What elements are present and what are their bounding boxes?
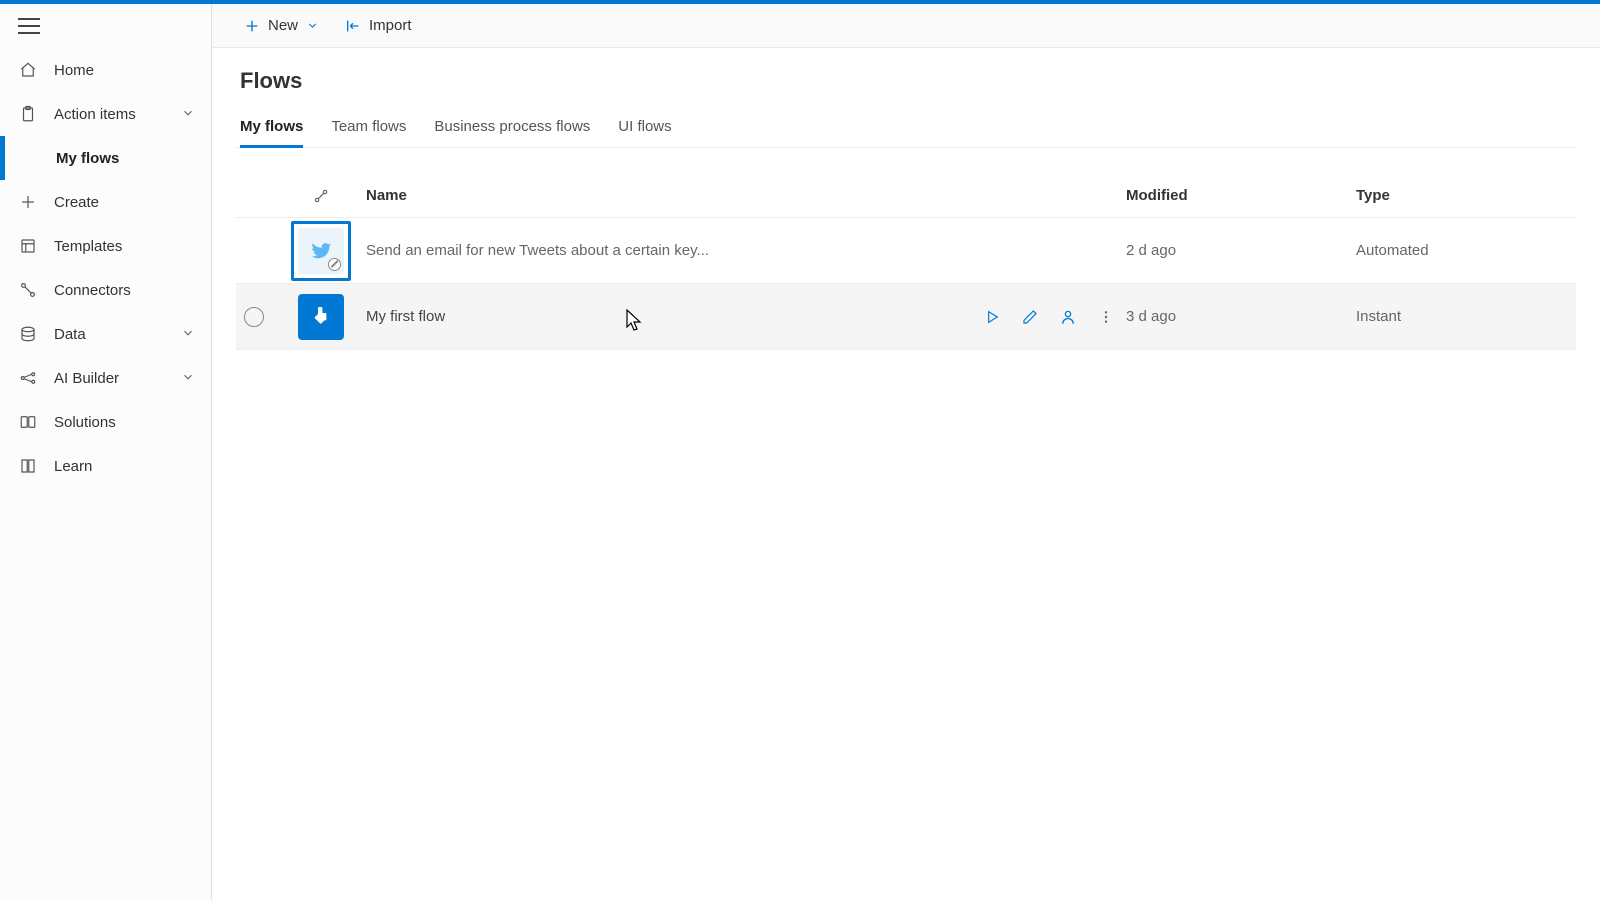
run-button[interactable]: [982, 307, 1002, 327]
plus-icon: [18, 192, 38, 212]
button-label: New: [268, 17, 298, 34]
import-icon: [345, 18, 361, 34]
sidebar-item-label: Action items: [54, 106, 181, 123]
button-label: Import: [369, 17, 412, 34]
table-header: Name Modified Type: [236, 174, 1576, 218]
tab-label: My flows: [240, 118, 303, 135]
import-button[interactable]: Import: [335, 4, 422, 48]
sidebar-item-create[interactable]: Create: [0, 180, 211, 224]
header-flow-icon: [276, 188, 366, 204]
sidebar-item-label: My flows: [56, 150, 197, 167]
ai-icon: [18, 368, 38, 388]
tab-label: UI flows: [618, 118, 671, 135]
flow-icon: [313, 188, 329, 204]
sidebar-item-solutions[interactable]: Solutions: [0, 400, 211, 444]
sidebar-item-label: Data: [54, 326, 181, 343]
sidebar-header: [0, 4, 211, 48]
connectors-icon: [18, 280, 38, 300]
header-name[interactable]: Name: [366, 187, 936, 204]
selection-frame: [291, 221, 351, 281]
instant-flow-icon: [298, 294, 344, 340]
command-bar: New Import: [212, 4, 1600, 48]
sidebar-item-ai-builder[interactable]: AI Builder: [0, 356, 211, 400]
sidebar-item-label: Solutions: [54, 414, 197, 431]
content: Flows My flows Team flows Business proce…: [212, 48, 1600, 900]
tab-team-flows[interactable]: Team flows: [331, 108, 406, 147]
chevron-down-icon: [306, 19, 319, 32]
clipboard-icon: [18, 104, 38, 124]
database-icon: [18, 324, 38, 344]
solutions-icon: [18, 412, 38, 432]
table-row[interactable]: My first flow: [236, 284, 1576, 350]
twitter-flow-icon: [298, 228, 344, 274]
tab-label: Business process flows: [434, 118, 590, 135]
page-title: Flows: [236, 68, 1576, 94]
chevron-down-icon: [181, 370, 197, 386]
header-modified[interactable]: Modified: [1126, 187, 1356, 204]
sidebar-item-connectors[interactable]: Connectors: [0, 268, 211, 312]
sidebar-item-label: Home: [54, 62, 197, 79]
chevron-down-icon: [181, 106, 197, 122]
sidebar-item-data[interactable]: Data: [0, 312, 211, 356]
sidebar-item-label: Connectors: [54, 282, 197, 299]
flow-type: Instant: [1356, 308, 1576, 325]
sidebar-item-home[interactable]: Home: [0, 48, 211, 92]
pencil-icon: [1022, 309, 1038, 325]
table-row[interactable]: Send an email for new Tweets about a cer…: [236, 218, 1576, 284]
flow-modified: 2 d ago: [1126, 242, 1356, 259]
hamburger-icon[interactable]: [18, 18, 40, 34]
sidebar-item-label: Templates: [54, 238, 197, 255]
book-icon: [18, 456, 38, 476]
sidebar-item-label: Learn: [54, 458, 197, 475]
header-type[interactable]: Type: [1356, 187, 1576, 204]
flow-modified: 3 d ago: [1126, 308, 1356, 325]
sidebar-item-label: Create: [54, 194, 197, 211]
flow-type: Automated: [1356, 242, 1576, 259]
sidebar-item-templates[interactable]: Templates: [0, 224, 211, 268]
flow-name-link[interactable]: My first flow: [366, 308, 445, 325]
main-area: New Import Flows My flows Team flows Bus…: [212, 4, 1600, 900]
sidebar-item-my-flows[interactable]: My flows: [0, 136, 211, 180]
tab-label: Team flows: [331, 118, 406, 135]
sidebar-item-action-items[interactable]: Action items: [0, 92, 211, 136]
flow-name-link[interactable]: Send an email for new Tweets about a cer…: [366, 242, 709, 259]
app-root: Home Action items My flows Create Templa: [0, 4, 1600, 900]
sidebar-item-label: AI Builder: [54, 370, 181, 387]
templates-icon: [18, 236, 38, 256]
play-icon: [984, 309, 1000, 325]
sidebar-item-learn[interactable]: Learn: [0, 444, 211, 488]
tab-strip: My flows Team flows Business process flo…: [236, 108, 1576, 148]
sidebar: Home Action items My flows Create Templa: [0, 4, 212, 900]
flows-table: Name Modified Type: [236, 174, 1576, 350]
more-actions-button[interactable]: [1096, 307, 1116, 327]
home-icon: [18, 60, 38, 80]
tab-ui-flows[interactable]: UI flows: [618, 108, 671, 147]
row-select-circle[interactable]: [244, 307, 264, 327]
share-button[interactable]: [1058, 307, 1078, 327]
plus-icon: [244, 18, 260, 34]
share-person-icon: [1059, 308, 1077, 326]
tab-my-flows[interactable]: My flows: [240, 108, 303, 147]
more-vertical-icon: [1098, 309, 1114, 325]
edit-button[interactable]: [1020, 307, 1040, 327]
chevron-down-icon: [181, 326, 197, 342]
disabled-overlay-icon: [328, 258, 341, 271]
tab-business-process-flows[interactable]: Business process flows: [434, 108, 590, 147]
new-button[interactable]: New: [234, 4, 329, 48]
